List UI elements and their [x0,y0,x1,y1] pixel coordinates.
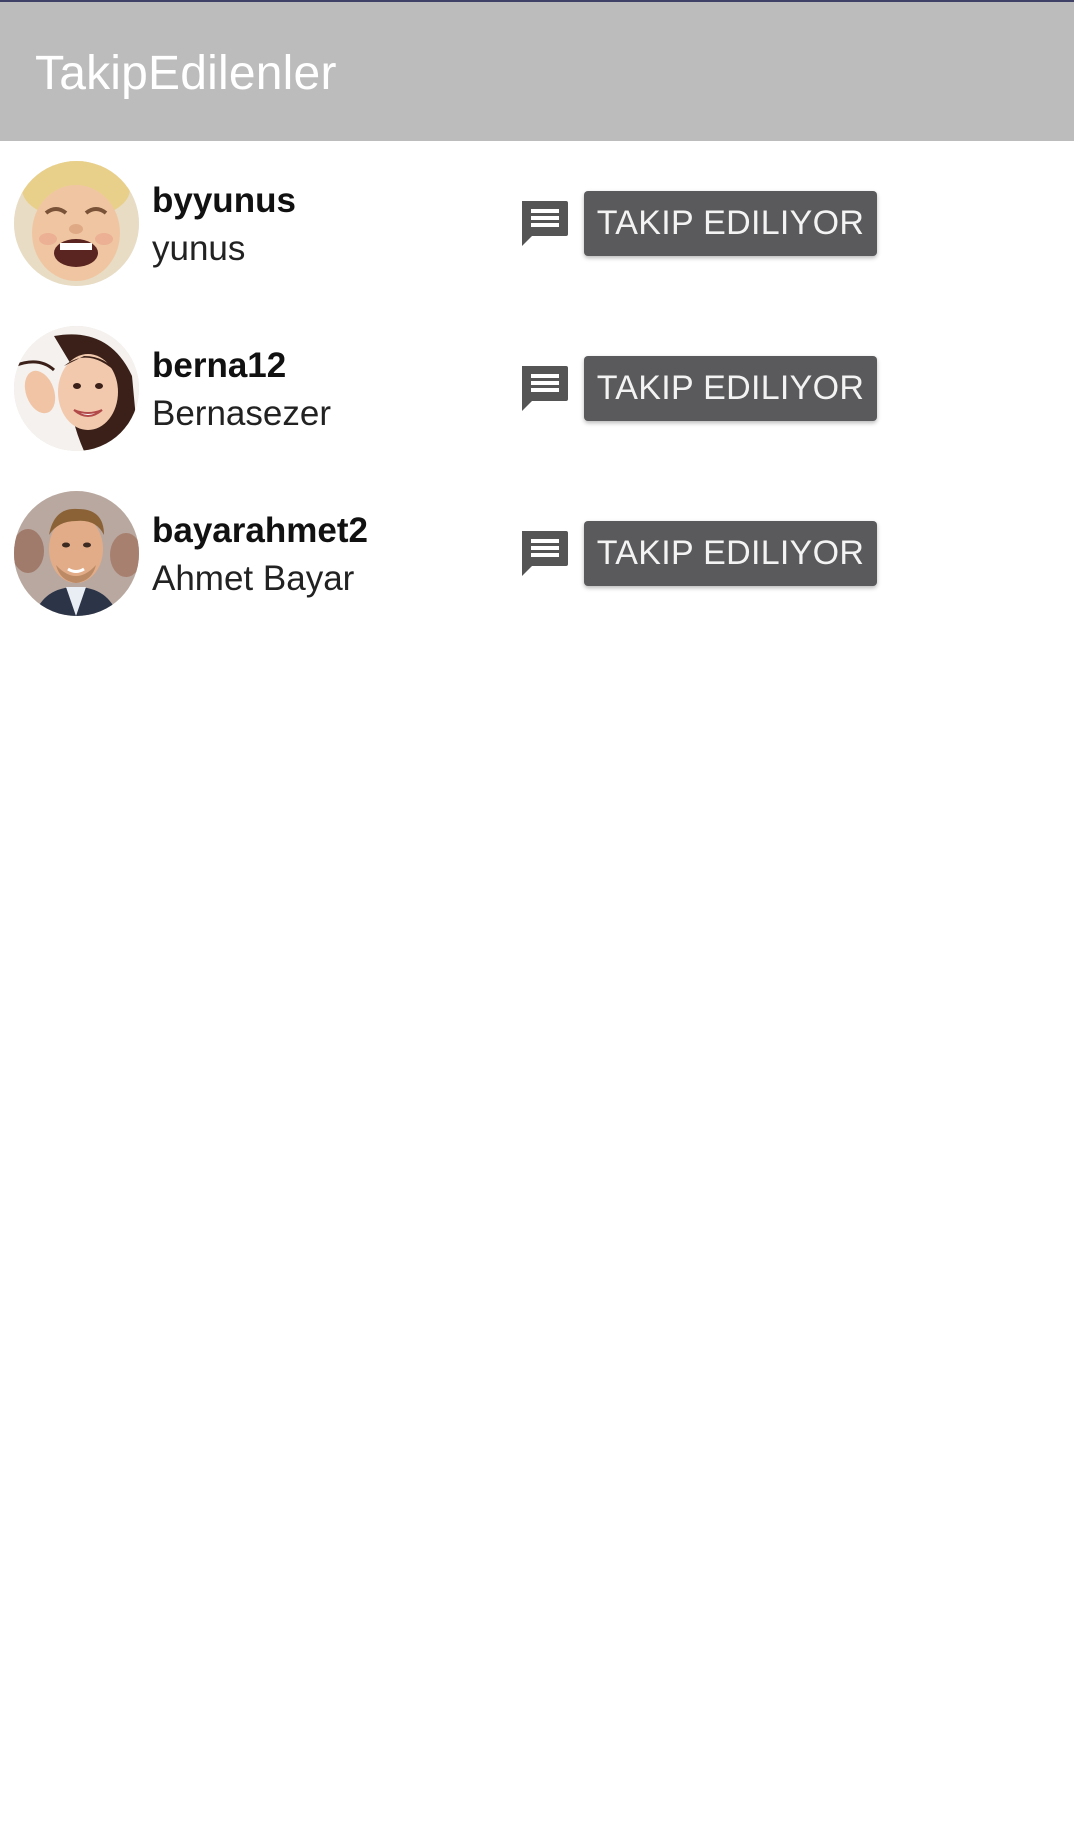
chat-message-icon[interactable] [518,363,570,415]
list-item[interactable]: byyunus yunus TAKIP EDILIYOR [0,141,1074,306]
following-button[interactable]: TAKIP EDILIYOR [584,521,877,586]
following-button[interactable]: TAKIP EDILIYOR [584,191,877,256]
list-item[interactable]: bayarahmet2 Ahmet Bayar TAKIP EDILIYOR [0,471,1074,636]
avatar[interactable] [14,161,139,286]
username: berna12 [152,346,287,385]
username: byyunus [152,181,296,220]
full-name: yunus [152,229,246,268]
avatar[interactable] [14,491,139,616]
avatar[interactable] [14,326,139,451]
page-title: TakipEdilenler [35,47,337,100]
app-bar: TakipEdilenler [0,2,1074,141]
list-item[interactable]: berna12 Bernasezer TAKIP EDILIYOR [0,306,1074,471]
following-button[interactable]: TAKIP EDILIYOR [584,356,877,421]
username: bayarahmet2 [152,511,368,550]
full-name: Bernasezer [152,394,331,433]
chat-message-icon[interactable] [518,528,570,580]
chat-message-icon[interactable] [518,198,570,250]
full-name: Ahmet Bayar [152,559,355,598]
